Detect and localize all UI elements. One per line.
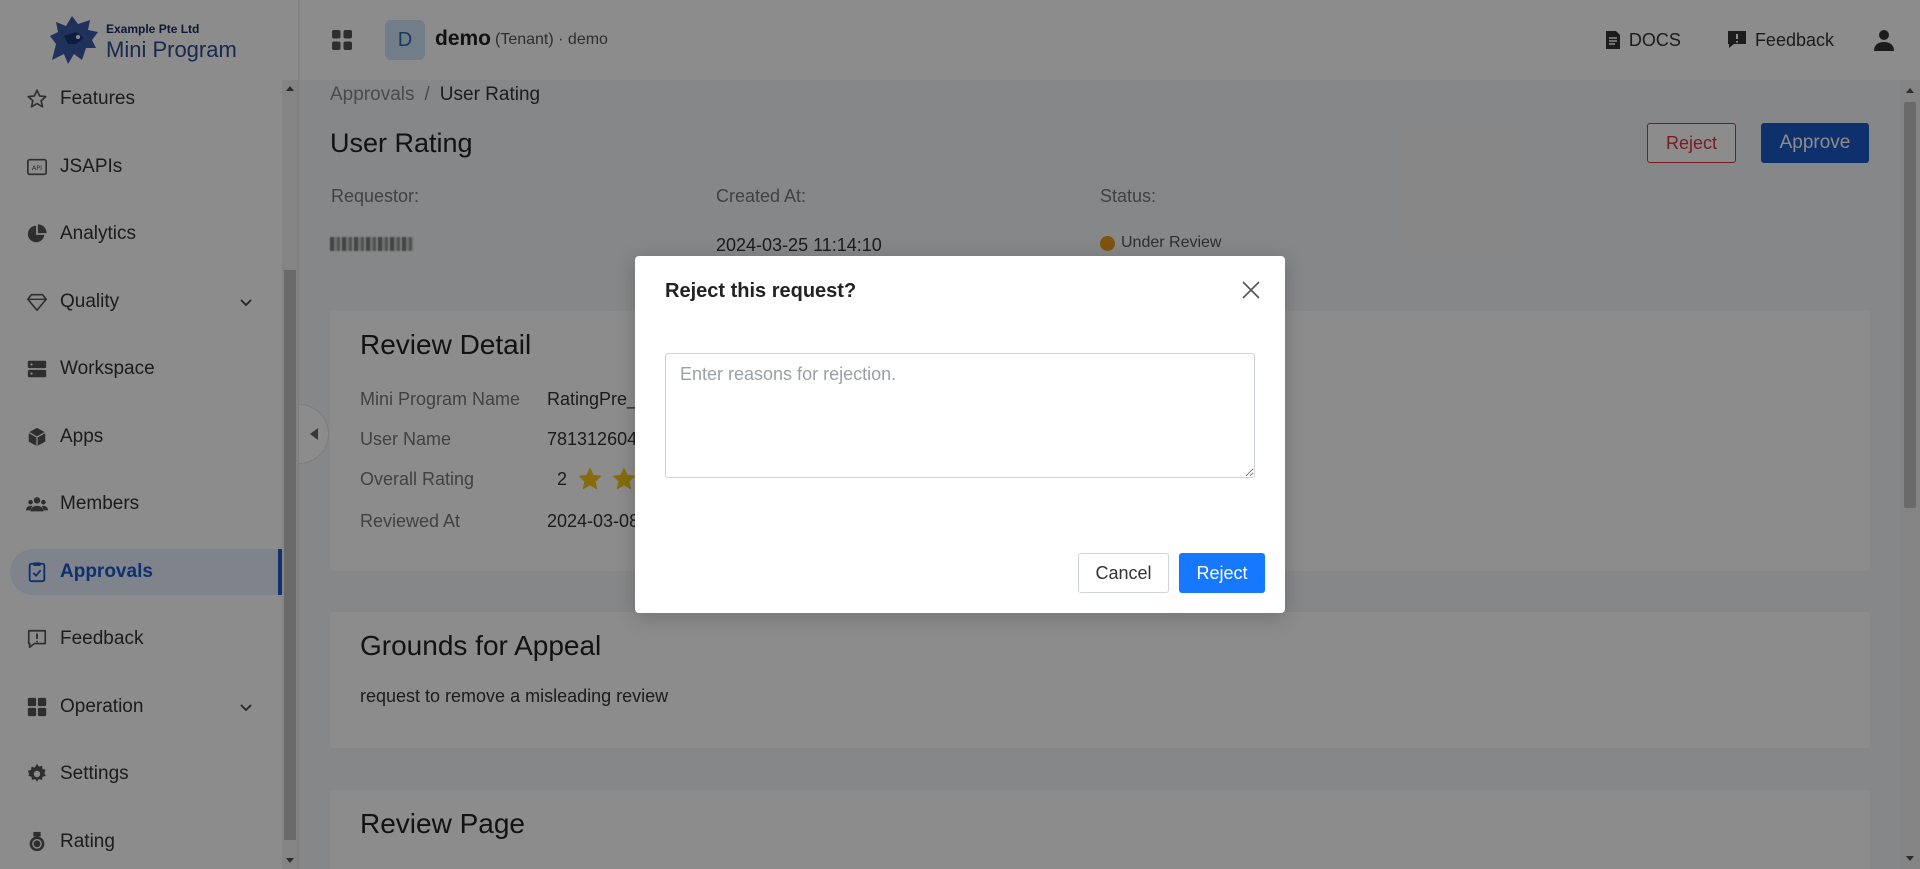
cancel-button[interactable]: Cancel [1078, 553, 1169, 593]
reject-dialog: Reject this request? Cancel Reject [635, 256, 1285, 613]
dialog-title: Reject this request? [665, 280, 857, 302]
close-icon[interactable] [1239, 278, 1263, 302]
rejection-reason-input[interactable] [665, 353, 1255, 478]
confirm-reject-button[interactable]: Reject [1179, 553, 1265, 593]
